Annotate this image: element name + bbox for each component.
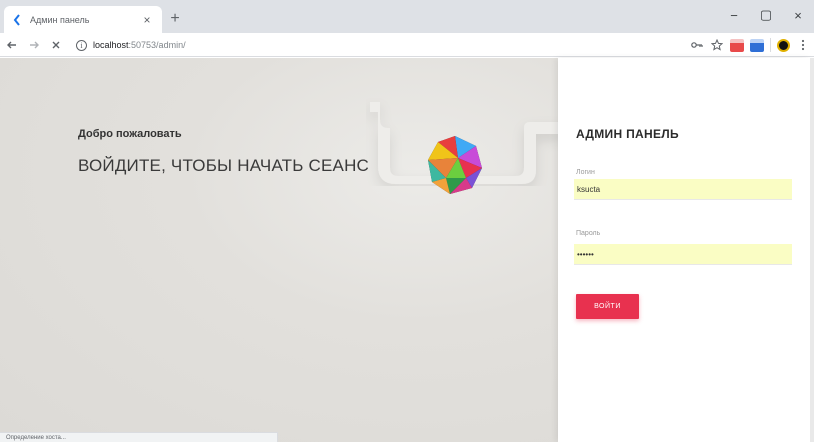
url-path: :50753/admin/ (128, 40, 186, 50)
browser-tab[interactable]: Админ панель × (4, 6, 162, 33)
page-content: Добро пожаловать ВОЙДИТЕ, ЧТОБЫ НАЧАТЬ С… (0, 58, 814, 442)
info-icon[interactable]: i (76, 39, 87, 51)
minimize-button[interactable]: − (718, 0, 750, 30)
forward-arrow-icon[interactable] (24, 35, 44, 55)
password-input[interactable] (574, 244, 792, 265)
address-bar[interactable]: i localhost :50753/admin/ (76, 35, 676, 55)
url-host: localhost (93, 40, 129, 50)
extension-icon[interactable] (730, 38, 744, 52)
profile-icon[interactable] (777, 38, 790, 52)
window-controls: − ▢ × (718, 0, 814, 30)
key-icon[interactable] (690, 38, 704, 52)
menu-icon[interactable] (796, 38, 810, 52)
reload-stop-icon[interactable] (46, 35, 66, 55)
password-label: Пароль (576, 230, 601, 237)
login-button[interactable]: ВОЙТИ (576, 294, 639, 319)
tab-title: Админ панель (30, 14, 90, 25)
polyhedron-logo-icon (428, 136, 482, 194)
toolbar-actions (690, 35, 810, 55)
headline-text: ВОЙДИТЕ, ЧТОБЫ НАЧАТЬ СЕАНС (78, 156, 370, 175)
close-window-button[interactable]: × (782, 0, 814, 30)
extension-icon[interactable] (750, 38, 764, 52)
panel-title: АДМИН ПАНЕЛЬ (576, 127, 679, 141)
browser-toolbar: i localhost :50753/admin/ (0, 33, 814, 57)
scrollbar-track[interactable] (810, 58, 814, 442)
login-input[interactable] (574, 179, 792, 200)
browser-tabbar: Админ панель × + − ▢ × (0, 0, 814, 33)
star-icon[interactable] (710, 38, 724, 52)
status-bar: Определение хоста... (0, 432, 278, 442)
welcome-text: Добро пожаловать (78, 128, 182, 140)
favicon-icon (12, 13, 24, 26)
new-tab-button[interactable]: + (166, 10, 184, 28)
login-panel: АДМИН ПАНЕЛЬ Логин Пароль ВОЙТИ (558, 58, 810, 442)
maximize-button[interactable]: ▢ (750, 0, 782, 30)
tab-close-icon[interactable]: × (140, 13, 154, 27)
back-arrow-icon[interactable] (2, 35, 22, 55)
hero-panel: Добро пожаловать ВОЙДИТЕ, ЧТОБЫ НАЧАТЬ С… (0, 58, 558, 442)
toolbar-divider (770, 38, 771, 52)
login-label: Логин (576, 169, 595, 176)
